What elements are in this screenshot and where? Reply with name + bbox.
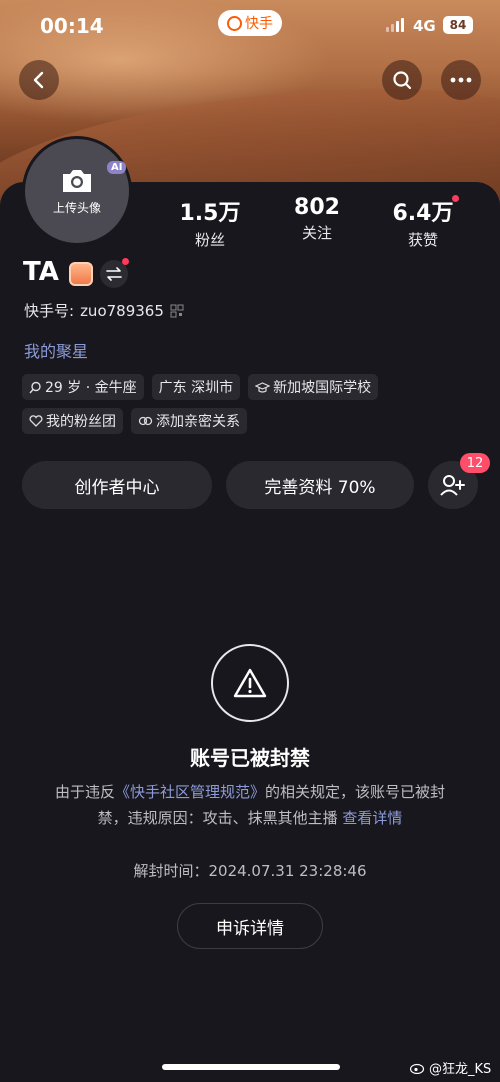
kuaishou-id-label: 快手号: [24, 302, 75, 320]
tag-add-relationship[interactable]: 添加亲密关系 [131, 408, 247, 434]
status-time: 00:14 [40, 14, 104, 38]
star-link[interactable]: 我的聚星 [24, 338, 88, 362]
tag-school[interactable]: 新加坡国际学校 [248, 374, 379, 400]
app-name: 快手 [245, 16, 273, 32]
tag-age[interactable]: 29 岁 · 金牛座 [22, 374, 144, 400]
tag-location[interactable]: 广东 深圳市 [151, 374, 241, 400]
complete-profile-button[interactable]: 完善资料 70% [226, 461, 414, 509]
watermark-text: @狂龙_KS [429, 1062, 492, 1077]
switch-icon [106, 267, 122, 281]
tag-label: 广东 深圳市 [158, 380, 234, 396]
search-button[interactable] [382, 60, 422, 100]
network-type: 4G [413, 17, 436, 35]
likes-notification-dot [452, 195, 459, 202]
search-icon [29, 381, 41, 393]
nickname: TA [23, 257, 59, 287]
stat-label: 粉丝 [194, 231, 225, 249]
creator-center-button[interactable]: 创作者中心 [22, 461, 212, 509]
battery-indicator: 84 [443, 16, 473, 34]
search-icon [393, 71, 412, 90]
tag-label: 新加坡国际学校 [273, 380, 372, 396]
warning-icon [211, 644, 289, 722]
link-icon [138, 416, 153, 426]
action-buttons: 创作者中心 完善资料 70% [22, 461, 414, 509]
ban-title: 账号已被封禁 [190, 746, 310, 770]
camera-icon [63, 169, 91, 192]
ban-desc-prefix: 由于违反 [54, 783, 115, 801]
stat-label: 获赞 [407, 231, 438, 249]
appeal-details-button[interactable]: 申诉详情 [177, 903, 323, 949]
watermark: @狂龙_KS [410, 1058, 491, 1077]
avatar-label: 上传头像 [52, 200, 101, 215]
add-friend-count-badge: 12 [460, 453, 490, 473]
signal-icon [386, 18, 404, 32]
stat-value: 802 [294, 195, 340, 220]
ai-badge: AI [107, 161, 127, 174]
graduation-cap-icon [255, 381, 271, 393]
avatar-upload[interactable]: 上传头像 AI [22, 136, 132, 246]
unban-time: 解封时间：2024.07.31 23:28:46 [133, 862, 367, 880]
stat-label: 关注 [301, 224, 332, 242]
status-bar: 00:14 快手 4G 84 [0, 0, 500, 52]
stat-likes[interactable]: 6.4万 获赞 [373, 195, 473, 250]
stat-value: 6.4万 [392, 201, 454, 226]
kuaishou-logo-icon [227, 15, 242, 31]
view-details-link[interactable]: 查看详情 [342, 809, 402, 827]
tag-fan-club[interactable]: 我的粉丝团 [22, 408, 123, 434]
kuaishou-id-row[interactable]: 快手号: zuo789365 [24, 300, 184, 321]
tag-label: 29 岁 · 金牛座 [45, 380, 137, 396]
tag-label: 添加亲密关系 [156, 414, 240, 430]
stat-value: 1.5万 [179, 201, 241, 226]
switch-notification-dot [122, 258, 129, 265]
app-indicator-pill[interactable]: 快手 [218, 10, 282, 36]
heart-icon [29, 415, 43, 427]
stat-following[interactable]: 802 关注 [267, 195, 367, 243]
qr-code-icon[interactable] [170, 304, 184, 318]
level-badge-icon[interactable] [69, 262, 93, 286]
add-user-icon [440, 475, 465, 496]
ban-description: 由于违反《快手社区管理规范》的相关规定，该账号已被封禁，违规原因：攻击、抹黑其他… [50, 779, 450, 831]
stat-followers[interactable]: 1.5万 粉丝 [160, 195, 260, 250]
weibo-logo-icon [410, 1063, 425, 1074]
tag-label: 我的粉丝团 [46, 414, 116, 430]
home-indicator[interactable] [162, 1064, 340, 1070]
community-rules-link[interactable]: 《快手社区管理规范》 [115, 783, 265, 801]
more-button[interactable] [441, 60, 481, 100]
back-button[interactable] [19, 60, 59, 100]
kuaishou-id-value: zuo789365 [80, 301, 164, 320]
chevron-left-icon [33, 71, 44, 89]
profile-tags: 29 岁 · 金牛座 广东 深圳市 新加坡国际学校 我的粉丝团 添加亲密关系 [22, 374, 478, 434]
more-icon [450, 77, 472, 83]
